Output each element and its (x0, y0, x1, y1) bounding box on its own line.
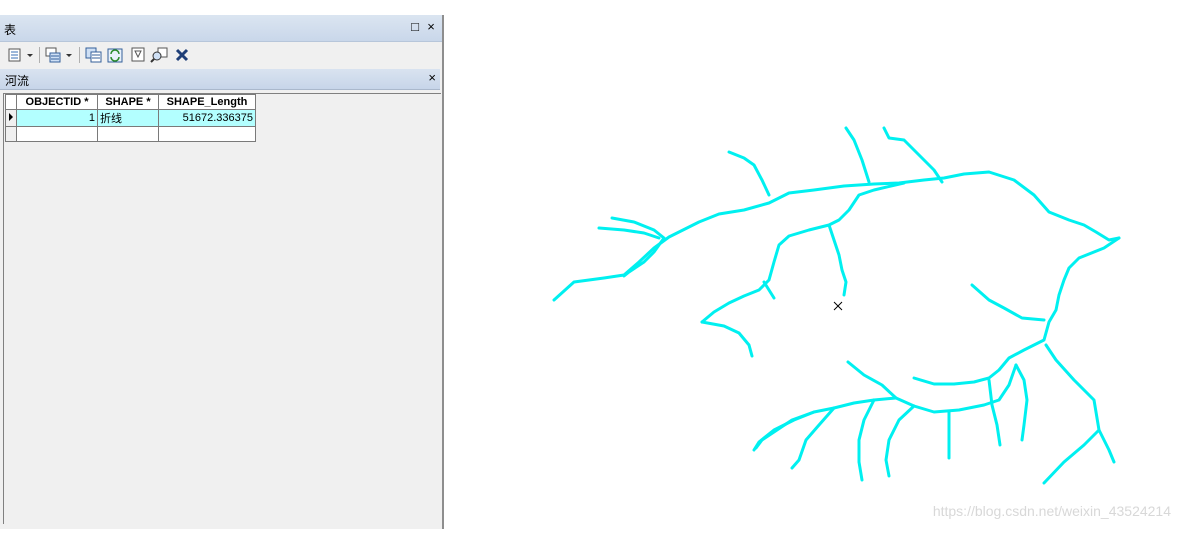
attribute-table: OBJECTID * SHAPE * SHAPE_Length 1 折线 516… (5, 94, 256, 142)
cell-shape-length[interactable]: 51672.336375 (158, 109, 256, 127)
clear-selection-button[interactable] (130, 46, 148, 64)
table-tab[interactable]: 河流 × (0, 69, 440, 90)
column-header-shape-length[interactable]: SHAPE_Length (158, 94, 256, 110)
zoom-to-selected-button[interactable] (150, 46, 170, 64)
toolbar-separator (39, 47, 40, 63)
tab-close-icon[interactable]: × (428, 69, 436, 87)
current-row-indicator[interactable] (5, 109, 17, 127)
cell-objectid[interactable]: 1 (16, 109, 98, 127)
window-title: 表 (4, 23, 17, 37)
toolbar-separator (79, 47, 80, 63)
row-header-corner[interactable] (5, 94, 17, 110)
table-new-row[interactable] (5, 126, 256, 142)
cell-empty[interactable] (16, 126, 98, 142)
column-header-objectid[interactable]: OBJECTID * (16, 94, 98, 110)
zoom-to-selected-icon (150, 47, 168, 63)
cell-empty[interactable] (97, 126, 159, 142)
watermark-text: https://blog.csdn.net/weixin_43524214 (932, 503, 1171, 519)
clear-selection-icon (131, 47, 145, 62)
tab-rivers-label: 河流 (5, 74, 30, 88)
attribute-grid: OBJECTID * SHAPE * SHAPE_Length 1 折线 516… (3, 93, 441, 524)
column-header-shape[interactable]: SHAPE * (97, 94, 159, 110)
related-tables-button[interactable] (44, 46, 76, 64)
table-header-row: OBJECTID * SHAPE * SHAPE_Length (5, 94, 256, 110)
table-toolbar (0, 42, 442, 68)
map-view[interactable] (444, 0, 1181, 529)
window-title-bar[interactable]: 表 □ × (0, 15, 442, 42)
cell-empty[interactable] (158, 126, 256, 142)
attribute-table-window: 表 □ × 河流 × OBJECTID * SHAPE * SHAPE_Leng… (0, 15, 444, 529)
related-tables-icon (45, 47, 72, 63)
delete-selected-icon (175, 48, 189, 62)
switch-selection-button[interactable] (106, 46, 126, 64)
new-row-header[interactable] (5, 126, 17, 142)
river-polyline[interactable] (552, 126, 1121, 485)
switch-selection-icon (107, 48, 123, 63)
cell-shape[interactable]: 折线 (97, 109, 159, 127)
map-center-marker (833, 301, 843, 311)
table-options-icon (8, 48, 33, 62)
river-network-map[interactable] (444, 0, 1181, 529)
restore-icon[interactable]: □ (408, 19, 422, 35)
select-by-attributes-button[interactable] (84, 46, 104, 64)
delete-selected-button[interactable] (174, 46, 190, 64)
select-by-attributes-icon (85, 47, 102, 63)
row-pointer-icon (9, 112, 13, 121)
close-icon[interactable]: × (424, 19, 438, 35)
table-options-button[interactable] (6, 46, 36, 64)
table-row[interactable]: 1 折线 51672.336375 (5, 109, 256, 127)
